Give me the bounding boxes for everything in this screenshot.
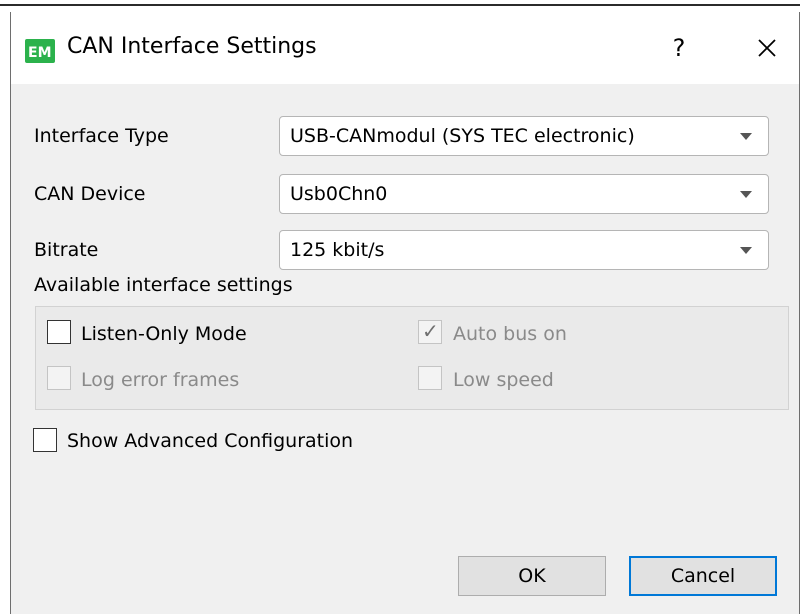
low-speed-label: Low speed	[453, 369, 554, 391]
bitrate-select[interactable]: 125 kbit/s	[279, 230, 769, 270]
close-button[interactable]	[747, 26, 787, 70]
auto-bus-on-label: Auto bus on	[453, 323, 567, 345]
chevron-down-icon	[740, 133, 752, 140]
listen-only-checkbox[interactable]	[47, 320, 71, 344]
can-device-label: CAN Device	[34, 183, 146, 205]
window-title: CAN Interface Settings	[67, 34, 317, 59]
bitrate-value: 125 kbit/s	[290, 239, 385, 261]
close-icon	[758, 39, 776, 57]
can-interface-settings-dialog: EM CAN Interface Settings ? Interface Ty…	[10, 12, 800, 614]
ok-button[interactable]: OK	[458, 556, 606, 596]
interface-type-value: USB-CANmodul (SYS TEC electronic)	[290, 125, 635, 147]
low-speed-checkbox[interactable]	[418, 366, 442, 390]
title-bar: EM CAN Interface Settings ?	[11, 12, 799, 84]
available-settings-heading: Available interface settings	[34, 274, 293, 296]
interface-settings-group	[35, 306, 789, 410]
chevron-down-icon	[740, 191, 752, 198]
interface-type-label: Interface Type	[34, 125, 169, 147]
em-logo-icon: EM	[28, 45, 52, 60]
app-icon: EM	[25, 39, 55, 63]
auto-bus-on-checkbox[interactable]	[418, 319, 442, 344]
cancel-button[interactable]: Cancel	[629, 556, 777, 596]
em-logo-text: EM	[28, 45, 52, 60]
log-error-frames-checkbox[interactable]	[47, 366, 71, 390]
bitrate-label: Bitrate	[34, 239, 99, 261]
show-advanced-checkbox[interactable]	[33, 428, 57, 452]
interface-type-select[interactable]: USB-CANmodul (SYS TEC electronic)	[279, 116, 769, 156]
listen-only-label: Listen-Only Mode	[81, 323, 247, 345]
chevron-down-icon	[740, 247, 752, 254]
help-button[interactable]: ?	[659, 26, 699, 70]
window-top-edge	[0, 4, 800, 6]
show-advanced-label: Show Advanced Configuration	[67, 430, 354, 452]
log-error-frames-label: Log error frames	[81, 369, 240, 391]
can-device-value: Usb0Chn0	[290, 183, 388, 205]
can-device-select[interactable]: Usb0Chn0	[279, 174, 769, 214]
